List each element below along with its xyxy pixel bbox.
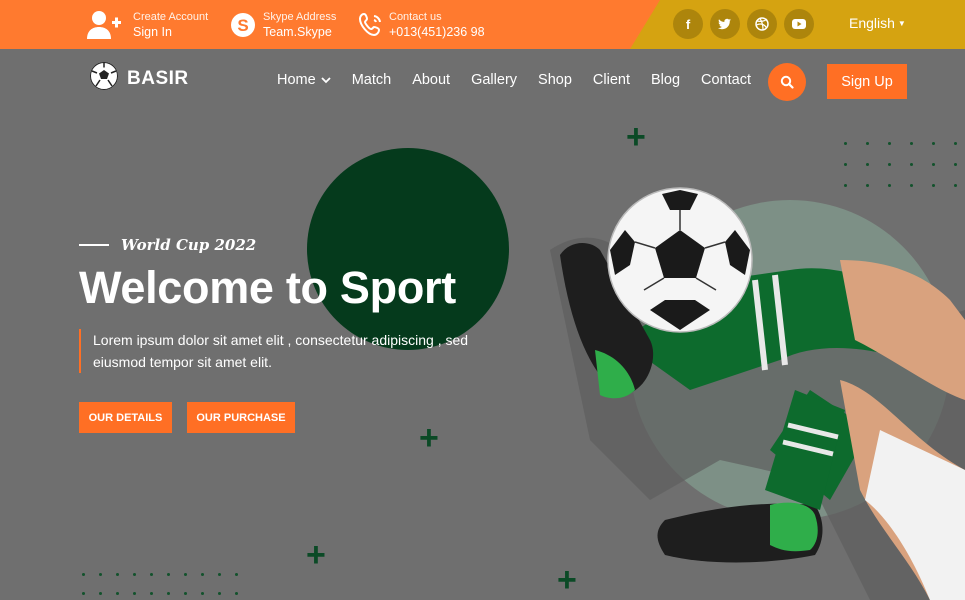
dot-decor: [844, 163, 847, 166]
brand-logo[interactable]: BASIR: [89, 61, 189, 96]
language-selector[interactable]: English ▼: [849, 15, 906, 31]
contact-info[interactable]: Contact us +013(451)236 98: [351, 6, 485, 44]
dot-decor: [866, 163, 869, 166]
subtitle-line-decor: [79, 244, 109, 246]
dot-decor: [910, 163, 913, 166]
dot-decor: [184, 573, 187, 576]
skype-address[interactable]: S Skype Address Team.Skype: [223, 6, 336, 44]
nav-gallery[interactable]: Gallery: [471, 72, 517, 88]
skype-value: Team.Skype: [263, 25, 332, 39]
contact-phone: +013(451)236 98: [389, 25, 485, 39]
chevron-down-icon: [321, 76, 331, 83]
facebook-icon[interactable]: f: [673, 9, 703, 39]
nav-contact[interactable]: Contact: [701, 72, 751, 88]
phone-icon: [351, 6, 391, 44]
dot-decor: [218, 573, 221, 576]
dot-decor: [932, 163, 935, 166]
dot-decor: [116, 592, 119, 595]
add-user-icon: [84, 6, 124, 44]
brand-name: BASIR: [127, 67, 189, 89]
dot-decor: [235, 573, 238, 576]
dot-decor: [82, 573, 85, 576]
dot-decor: [888, 142, 891, 145]
nav-shop[interactable]: Shop: [538, 72, 572, 88]
dot-decor: [82, 592, 85, 595]
main-nav: Home Match About Gallery Shop Client Blo…: [277, 72, 772, 88]
sign-in-link[interactable]: Sign In: [133, 25, 208, 40]
twitter-icon[interactable]: [710, 9, 740, 39]
plus-decor: +: [626, 118, 646, 156]
search-icon: [780, 75, 794, 89]
dot-decor: [954, 163, 957, 166]
dot-decor: [150, 592, 153, 595]
dot-decor: [866, 142, 869, 145]
our-details-button[interactable]: OUR DETAILS: [79, 402, 172, 433]
create-account-link[interactable]: Create Account Sign In: [84, 6, 208, 44]
sign-up-button[interactable]: Sign Up: [827, 64, 907, 99]
nav-match[interactable]: Match: [352, 72, 392, 88]
hero-description: Lorem ipsum dolor sit amet elit , consec…: [79, 329, 499, 373]
dot-decor: [844, 142, 847, 145]
our-purchase-button[interactable]: OUR PURCHASE: [187, 402, 295, 433]
dot-decor: [99, 592, 102, 595]
dot-decor: [184, 592, 187, 595]
caret-down-icon: ▼: [897, 18, 906, 28]
soccer-ball-icon: [89, 61, 119, 96]
dot-decor: [133, 573, 136, 576]
dot-decor: [218, 592, 221, 595]
dot-decor: [888, 163, 891, 166]
language-label: English: [849, 15, 895, 31]
dot-decor: [150, 573, 153, 576]
dot-decor: [133, 592, 136, 595]
nav-blog[interactable]: Blog: [651, 72, 680, 88]
dot-decor: [932, 142, 935, 145]
dot-decor: [235, 592, 238, 595]
nav-client[interactable]: Client: [593, 72, 630, 88]
decor-circle: [307, 148, 509, 350]
social-links: f: [673, 9, 814, 39]
plus-decor: +: [419, 419, 439, 457]
dribbble-icon[interactable]: [747, 9, 777, 39]
search-button[interactable]: [768, 63, 806, 101]
hero-subtitle-text: World Cup 2022: [121, 236, 257, 254]
dot-decor: [954, 142, 957, 145]
dot-decor: [167, 573, 170, 576]
dot-grid-decor: [82, 573, 238, 595]
soccer-player-image: [550, 187, 965, 600]
hero-title: Welcome to Sport: [79, 262, 456, 313]
dot-decor: [910, 142, 913, 145]
nav-about[interactable]: About: [412, 72, 450, 88]
dot-decor: [201, 592, 204, 595]
dot-decor: [99, 573, 102, 576]
dot-decor: [167, 592, 170, 595]
dot-decor: [201, 573, 204, 576]
nav-home-label: Home: [277, 72, 316, 88]
skype-label: Skype Address: [263, 11, 337, 23]
plus-decor: +: [306, 536, 326, 574]
contact-label: Contact us: [389, 11, 442, 23]
dot-decor: [116, 573, 119, 576]
youtube-icon[interactable]: [784, 9, 814, 39]
create-account-label: Create Account: [133, 11, 209, 23]
hero-subtitle: World Cup 2022: [79, 236, 256, 254]
nav-home[interactable]: Home: [277, 72, 331, 88]
svg-text:S: S: [237, 16, 248, 35]
skype-icon: S: [223, 6, 263, 44]
